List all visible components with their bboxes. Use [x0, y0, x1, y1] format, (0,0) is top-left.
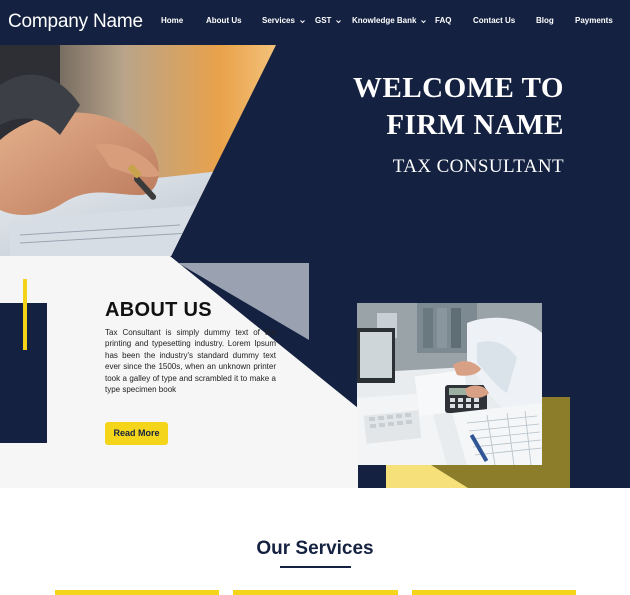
- service-card-1[interactable]: [55, 590, 219, 595]
- chevron-down-icon: [300, 19, 305, 24]
- about-photo-office-calculator: [357, 303, 542, 465]
- chevron-down-icon: [336, 19, 342, 24]
- nav-payments-label: Payments: [575, 16, 613, 25]
- nav-faq-label: FAQ: [435, 16, 452, 25]
- nav-home-label: Home: [161, 16, 184, 25]
- hero-line-firm-name: FIRM NAME: [386, 109, 564, 141]
- about-description: Tax Consultant is simply dummy text of t…: [105, 328, 276, 395]
- nav-about-us-label: About Us: [206, 16, 242, 25]
- nav-gst[interactable]: GST: [315, 14, 342, 28]
- nav-faq[interactable]: FAQ: [435, 14, 451, 28]
- decorative-yellow-bar: [23, 279, 27, 350]
- nav-services-label: Services: [262, 16, 295, 25]
- service-card-3[interactable]: [412, 590, 576, 595]
- hero-line-tax-consultant: TAX CONSULTANT: [392, 156, 564, 177]
- nav-home[interactable]: Home: [161, 14, 183, 28]
- hero-heading: WELCOME TO FIRM NAME TAX CONSULTANT: [353, 70, 564, 179]
- services-title: Our Services: [256, 538, 374, 559]
- nav-about-us[interactable]: About Us: [206, 14, 242, 28]
- nav-gst-label: GST: [315, 16, 332, 25]
- nav-contact-us-label: Contact Us: [473, 16, 516, 25]
- nav-services[interactable]: Services: [262, 14, 305, 28]
- hero-line-welcome: WELCOME TO: [352, 72, 564, 104]
- chevron-down-icon: [421, 19, 427, 24]
- nav-payments[interactable]: Payments: [575, 14, 613, 28]
- nav-blog-label: Blog: [536, 16, 554, 25]
- company-logo-text[interactable]: Company Name: [8, 10, 143, 34]
- service-card-2[interactable]: [233, 590, 398, 595]
- nav-knowledge-bank-label: Knowledge Bank: [352, 16, 417, 25]
- services-title-underline: [280, 566, 351, 568]
- read-more-button[interactable]: Read More: [105, 422, 168, 445]
- nav-blog[interactable]: Blog: [536, 14, 554, 28]
- nav-contact-us[interactable]: Contact Us: [473, 14, 515, 28]
- nav-knowledge-bank[interactable]: Knowledge Bank: [352, 14, 427, 28]
- about-title: ABOUT US: [105, 299, 212, 321]
